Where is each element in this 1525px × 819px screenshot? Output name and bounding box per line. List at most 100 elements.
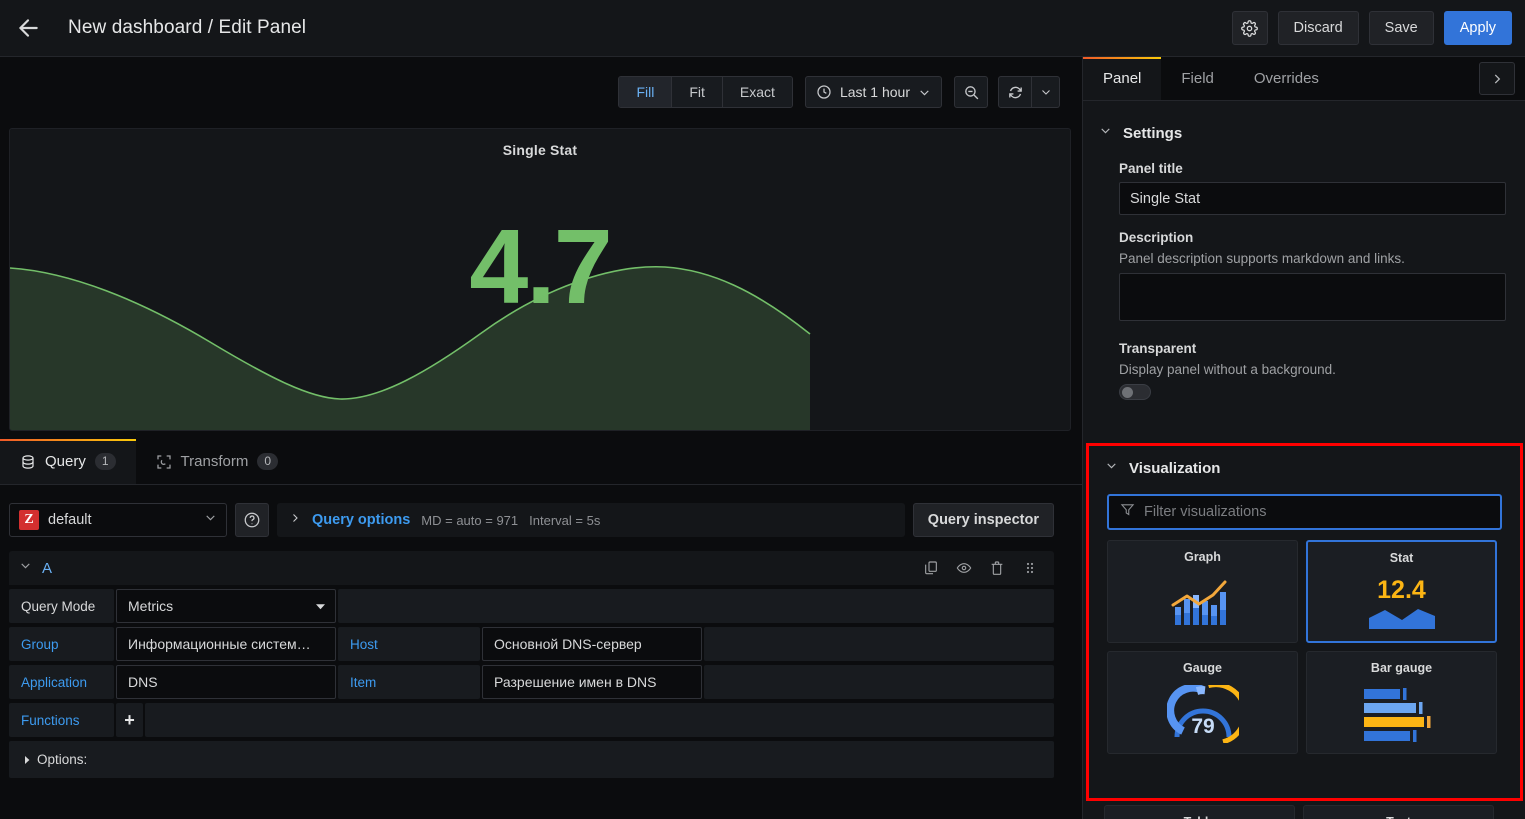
visualization-filter-wrap: Filter visualizations xyxy=(1089,494,1520,530)
panel-title-input[interactable] xyxy=(1119,182,1506,215)
query-options-interval: Interval = 5s xyxy=(529,513,600,528)
panel-preview[interactable]: Single Stat 4.7 xyxy=(9,128,1071,431)
tab-panel[interactable]: Panel xyxy=(1083,57,1161,100)
eye-icon[interactable] xyxy=(956,560,972,576)
query-mode-select[interactable]: Metrics xyxy=(116,589,336,623)
chevron-down-icon xyxy=(1040,86,1052,98)
top-bar: New dashboard / Edit Panel Discard Save … xyxy=(0,0,1525,57)
discard-button[interactable]: Discard xyxy=(1278,11,1359,45)
query-options-label: Query options xyxy=(312,512,410,528)
visualization-section: Visualization Filter visualizations Grap… xyxy=(1086,443,1523,801)
refresh-interval-dropdown[interactable] xyxy=(1032,76,1060,108)
viz-card-text[interactable]: Text xyxy=(1303,805,1494,819)
host-field[interactable]: Основной DNS-сервер xyxy=(482,627,702,661)
drag-handle-icon[interactable] xyxy=(1022,560,1038,576)
description-textarea[interactable] xyxy=(1119,273,1506,321)
query-row-filler xyxy=(704,665,1054,699)
query-collapse-toggle[interactable] xyxy=(19,559,32,577)
trash-icon[interactable] xyxy=(989,560,1005,576)
query-row-group-host: Group Информационные систем… Host Основн… xyxy=(9,627,1054,661)
item-field[interactable]: Разрешение имен в DNS xyxy=(482,665,702,699)
transparent-field-block: Transparent Display panel without a back… xyxy=(1083,341,1525,400)
apply-button[interactable]: Apply xyxy=(1444,11,1512,45)
item-label[interactable]: Item xyxy=(338,665,480,699)
viz-card-gauge-label: Gauge xyxy=(1183,661,1222,675)
viz-card-gauge[interactable]: Gauge 79 xyxy=(1107,651,1298,754)
viz-card-graph[interactable]: Graph xyxy=(1107,540,1298,643)
back-button[interactable] xyxy=(0,0,56,56)
panel-title-field-block: Panel title xyxy=(1083,161,1525,215)
fit-mode-fit[interactable]: Fit xyxy=(672,77,723,107)
query-area: Query 1 Transform 0 Z default xyxy=(0,439,1082,819)
query-options-row[interactable]: Query options MD = auto = 971 Interval =… xyxy=(277,503,905,537)
visualization-section-header[interactable]: Visualization xyxy=(1089,450,1520,486)
chevron-down-icon xyxy=(1105,459,1118,477)
tab-transform[interactable]: Transform 0 xyxy=(136,439,298,484)
query-row-actions xyxy=(923,560,1044,576)
fit-mode-segmented-control: Fill Fit Exact xyxy=(618,76,792,108)
visualization-filter-input[interactable]: Filter visualizations xyxy=(1107,494,1502,530)
collapse-options-pane-button[interactable] xyxy=(1479,62,1515,95)
tab-query[interactable]: Query 1 xyxy=(0,439,136,484)
query-inspector-button[interactable]: Query inspector xyxy=(913,503,1054,537)
host-label[interactable]: Host xyxy=(338,627,480,661)
datasource-row: Z default Query options MD = xyxy=(9,503,1054,537)
time-range-picker[interactable]: Last 1 hour xyxy=(805,76,942,108)
tab-query-count: 1 xyxy=(95,453,116,470)
group-label[interactable]: Group xyxy=(9,627,114,661)
save-button[interactable]: Save xyxy=(1369,11,1434,45)
datasource-help-button[interactable] xyxy=(235,503,269,537)
transparent-toggle[interactable] xyxy=(1119,384,1151,400)
visualization-section-title: Visualization xyxy=(1129,460,1220,477)
arrow-left-icon xyxy=(15,15,41,41)
clock-icon xyxy=(816,84,832,100)
refresh-button[interactable] xyxy=(998,76,1032,108)
description-hint: Panel description supports markdown and … xyxy=(1119,251,1506,266)
transparent-hint: Display panel without a background. xyxy=(1119,362,1506,377)
viz-card-table[interactable]: Table xyxy=(1104,805,1295,819)
query-row-mode: Query Mode Metrics xyxy=(9,589,1054,623)
add-function-button[interactable]: + xyxy=(116,703,143,737)
zoom-out-button[interactable] xyxy=(954,76,988,108)
chevron-down-icon xyxy=(918,86,931,99)
application-label[interactable]: Application xyxy=(9,665,114,699)
query-row-functions: Functions + xyxy=(9,703,1054,737)
visualization-toolbar: Fill Fit Exact Last 1 hour xyxy=(0,71,1082,113)
datasource-name: default xyxy=(48,512,195,528)
gear-icon xyxy=(1241,20,1258,37)
copy-icon[interactable] xyxy=(923,560,939,576)
visualization-card-grid-row3: Table Text xyxy=(1086,801,1523,819)
chevron-down-icon xyxy=(1099,124,1112,142)
group-field[interactable]: Информационные систем… xyxy=(116,627,336,661)
tab-field[interactable]: Field xyxy=(1161,57,1234,100)
viz-card-graph-label: Graph xyxy=(1184,550,1221,564)
tab-query-label: Query xyxy=(45,453,86,470)
fit-mode-fill[interactable]: Fill xyxy=(619,77,672,107)
fit-mode-exact[interactable]: Exact xyxy=(723,77,792,107)
application-field[interactable]: DNS xyxy=(116,665,336,699)
query-mode-label: Query Mode xyxy=(9,589,114,623)
settings-section: Settings Panel title Description Panel d… xyxy=(1083,115,1525,400)
options-tabs: Panel Field Overrides xyxy=(1083,57,1525,101)
panel-settings-button[interactable] xyxy=(1232,11,1268,45)
settings-section-header[interactable]: Settings xyxy=(1083,115,1525,151)
transform-icon xyxy=(156,454,172,470)
viz-card-bar-gauge-label: Bar gauge xyxy=(1371,661,1432,675)
chevron-right-icon xyxy=(1490,72,1504,86)
viz-card-bar-gauge[interactable]: Bar gauge xyxy=(1306,651,1497,754)
tab-overrides[interactable]: Overrides xyxy=(1234,57,1339,100)
tab-transform-count: 0 xyxy=(257,453,278,470)
breadcrumb: New dashboard / Edit Panel xyxy=(68,17,306,39)
visualization-filter-placeholder: Filter visualizations xyxy=(1144,504,1267,520)
query-options-expander[interactable]: Options: xyxy=(9,741,1054,778)
query-row-filler xyxy=(338,589,1054,623)
visualization-card-grid: Graph xyxy=(1089,530,1520,643)
viz-card-stat[interactable]: Stat 12.4 xyxy=(1306,540,1497,643)
functions-label[interactable]: Functions xyxy=(9,703,114,737)
datasource-picker[interactable]: Z default xyxy=(9,503,227,537)
bar-gauge-icon xyxy=(1307,675,1496,753)
tab-transform-label: Transform xyxy=(181,453,249,470)
viz-card-table-label: Table xyxy=(1184,815,1216,819)
triangle-right-icon xyxy=(23,752,31,767)
grafana-edit-panel: New dashboard / Edit Panel Discard Save … xyxy=(0,0,1525,819)
